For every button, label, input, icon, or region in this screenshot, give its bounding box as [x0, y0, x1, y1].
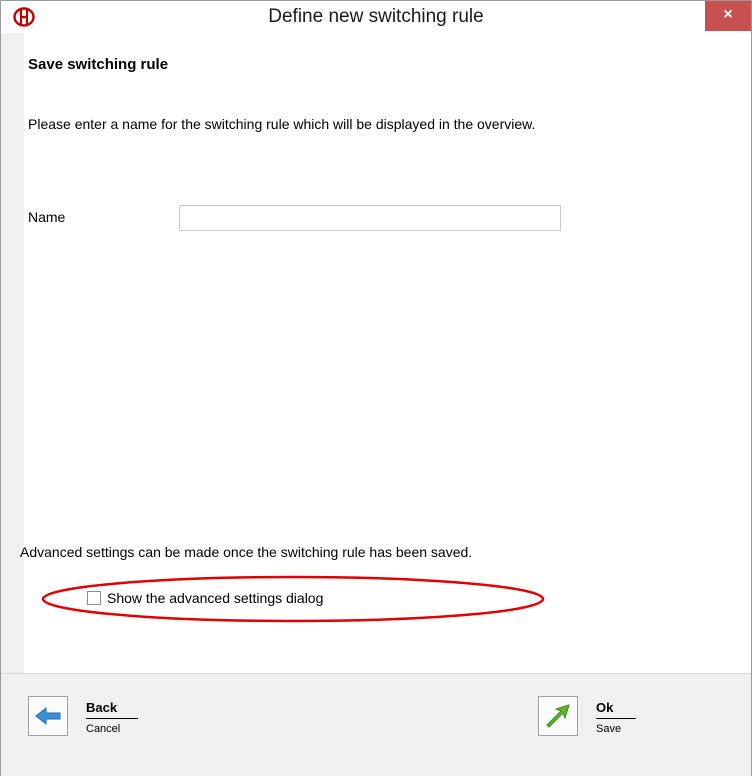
- ok-arrow-icon[interactable]: [538, 696, 578, 736]
- close-button[interactable]: ×: [705, 1, 751, 31]
- advanced-settings-checkbox-row[interactable]: Show the advanced settings dialog: [87, 588, 323, 608]
- advanced-settings-checkbox-label[interactable]: Show the advanced settings dialog: [107, 590, 323, 606]
- advanced-settings-checkbox[interactable]: [87, 591, 101, 605]
- close-icon: ×: [723, 6, 733, 23]
- back-label[interactable]: Back: [86, 700, 138, 719]
- description-text: Please enter a name for the switching ru…: [28, 116, 536, 132]
- dialog-window: Define new switching rule × Save switchi…: [0, 0, 752, 776]
- window-title: Define new switching rule: [268, 6, 484, 27]
- back-button[interactable]: Back Cancel: [28, 696, 138, 736]
- title-bar: Define new switching rule ×: [1, 1, 751, 33]
- cancel-label[interactable]: Cancel: [86, 723, 138, 735]
- ok-button[interactable]: Ok Save: [538, 696, 636, 736]
- save-label[interactable]: Save: [596, 723, 636, 735]
- section-title: Save switching rule: [28, 56, 169, 73]
- back-arrow-icon[interactable]: [28, 696, 68, 736]
- ok-label[interactable]: Ok: [596, 700, 636, 719]
- name-input[interactable]: [179, 205, 561, 231]
- advanced-settings-note: Advanced settings can be made once the s…: [20, 544, 473, 560]
- name-label: Name: [28, 209, 66, 225]
